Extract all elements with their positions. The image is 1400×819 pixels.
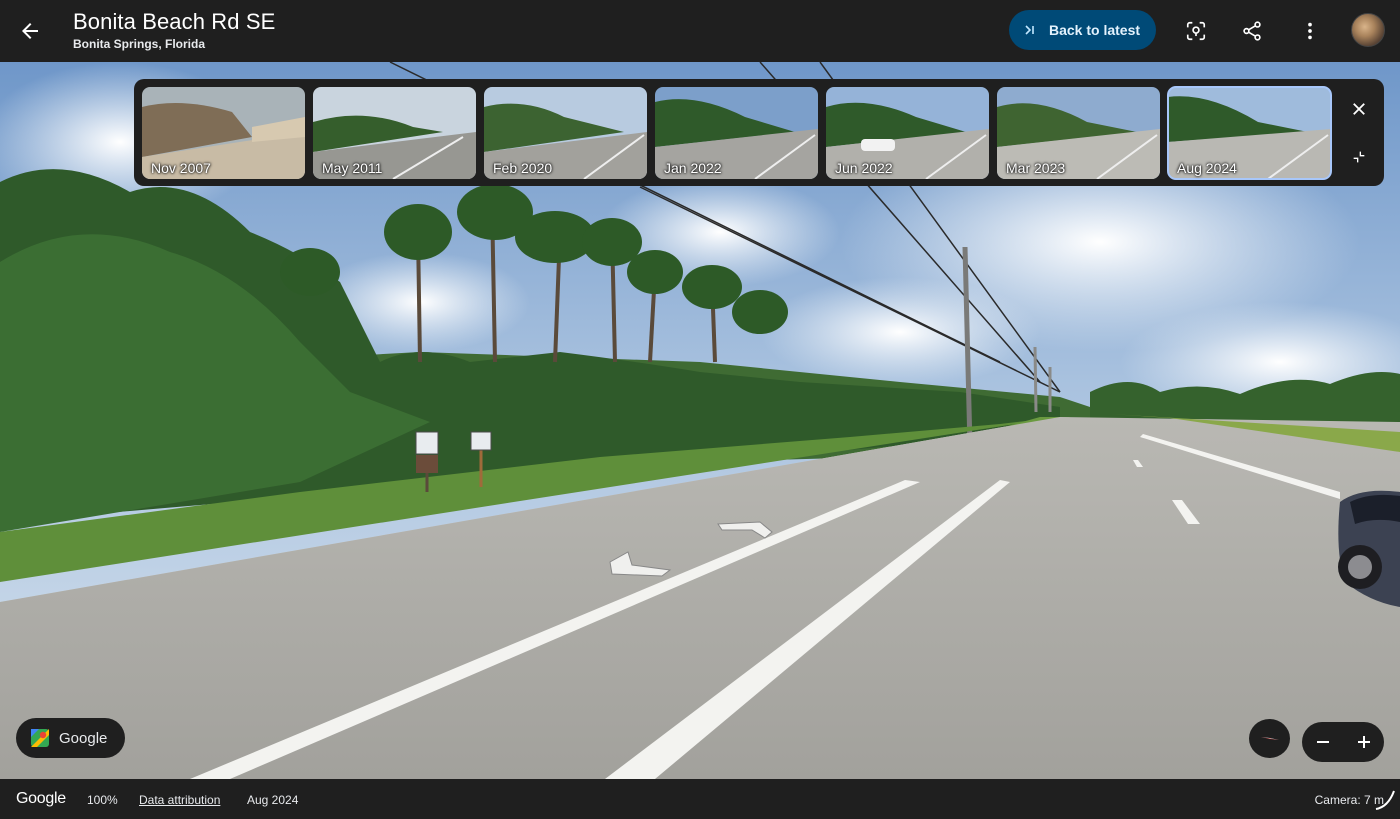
skip-forward-icon (1025, 25, 1034, 35)
collapse-timeline-button[interactable] (1343, 141, 1375, 173)
timeline-thumbnail[interactable]: Nov 2007 (142, 87, 305, 179)
share-icon (1243, 21, 1261, 41)
lens-search-icon (1186, 21, 1206, 41)
collapse-icon (1353, 151, 1365, 163)
timeline-thumbnail[interactable]: Feb 2020 (484, 87, 647, 179)
minus-icon (1316, 741, 1329, 743)
more-options-button[interactable] (1292, 13, 1328, 49)
street-view-app: Bonita Beach Rd SE Bonita Springs, Flori… (0, 0, 1400, 819)
zoom-controls (1302, 722, 1384, 762)
timeline-thumbnail[interactable]: Jun 2022 (826, 87, 989, 179)
close-icon (1353, 103, 1365, 115)
google-maps-chip[interactable]: Google (16, 718, 125, 758)
timeline-thumbnail[interactable]: Mar 2023 (997, 87, 1160, 179)
compass-icon (1260, 736, 1279, 740)
google-logo: Google (16, 790, 66, 807)
zoom-in-button[interactable] (1343, 722, 1384, 762)
share-button[interactable] (1234, 13, 1270, 49)
timeline-thumbnail-selected[interactable]: Aug 2024 (1167, 86, 1332, 180)
arrow-left-icon (22, 23, 38, 39)
account-avatar[interactable] (1351, 13, 1385, 47)
thumbnail-date: Nov 2007 (151, 160, 211, 176)
thumbnail-date: Mar 2023 (1006, 160, 1066, 176)
timeline-thumbnail[interactable]: May 2011 (313, 87, 476, 179)
back-button[interactable] (12, 13, 48, 49)
plus-icon (1357, 736, 1370, 748)
location-subtitle: Bonita Springs, Florida (73, 37, 206, 51)
back-to-latest-button[interactable]: Back to latest (1009, 10, 1156, 50)
capture-date: Aug 2024 (247, 793, 299, 807)
zoom-level: 100% (87, 793, 118, 807)
timeline-thumbnail[interactable]: Jan 2022 (655, 87, 818, 179)
compass-button[interactable] (1249, 719, 1290, 758)
scale-corner-icon (1375, 790, 1395, 810)
thumbnail-date: May 2011 (322, 160, 383, 176)
footer-bar: Google 100% Data attribution Aug 2024 Ca… (0, 779, 1400, 819)
lens-button[interactable] (1178, 13, 1214, 49)
thumbnail-date: Jun 2022 (835, 160, 893, 176)
page-title: Bonita Beach Rd SE (73, 9, 276, 34)
data-attribution-link[interactable]: Data attribution (139, 793, 220, 807)
back-to-latest-label: Back to latest (1049, 22, 1141, 38)
thumbnail-date: Jan 2022 (664, 160, 722, 176)
top-bar: Bonita Beach Rd SE Bonita Springs, Flori… (0, 0, 1400, 62)
thumbnail-date: Feb 2020 (493, 160, 553, 176)
more-vert-icon (1308, 22, 1312, 40)
close-timeline-button[interactable] (1343, 93, 1375, 125)
time-travel-panel: Nov 2007 May 2011 Feb 2020 Jan 2022 Jun … (134, 79, 1384, 186)
thumbnail-date: Aug 2024 (1177, 160, 1237, 176)
google-chip-label: Google (59, 729, 108, 747)
google-maps-icon (31, 729, 49, 747)
zoom-out-button[interactable] (1302, 722, 1343, 762)
